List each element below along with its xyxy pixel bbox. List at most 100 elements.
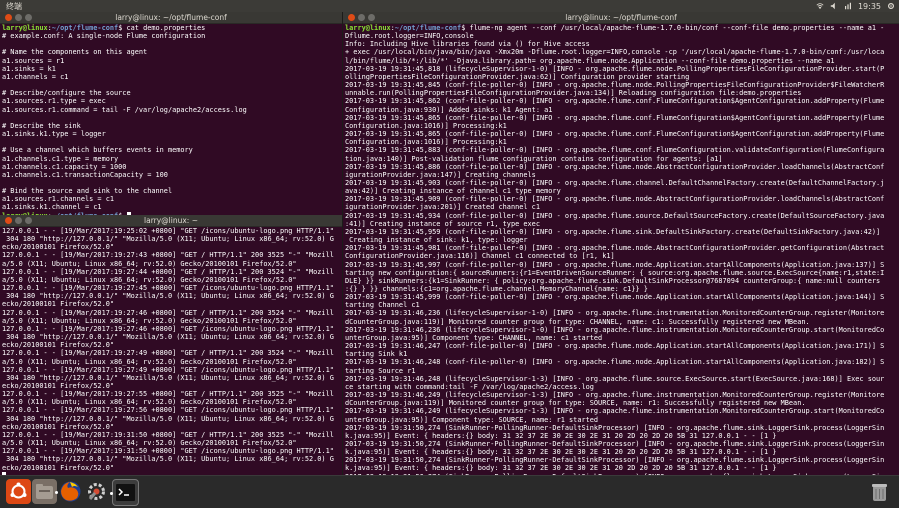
terminal-line: 2017-03-19 19:31:46,236 (lifecycleSuperv… xyxy=(345,326,884,334)
terminal-title: larry@linux: ~/opt/flume-conf xyxy=(565,13,677,22)
terminal-line: ConfigurationProvider.java:116)] Channel… xyxy=(345,252,615,260)
settings-icon[interactable] xyxy=(84,479,109,504)
line-text: 127.0.0.1 - - [19/Mar/2017:19:27:46 +080… xyxy=(2,308,334,317)
line-text: dCounterGroup.java:119)] Monitored count… xyxy=(345,317,810,326)
terminal-line: a1.sinks = k1 xyxy=(2,65,56,73)
terminal-line: 2017-03-19 19:31:46,248 (conf-file-polle… xyxy=(345,358,884,366)
files-icon[interactable] xyxy=(32,479,57,504)
line-text: 304 180 "http://127.0.0.1/" "Mozilla/5.0… xyxy=(2,455,334,464)
line-text: 127.0.0.1 - - [19/Mar/2017:19:27:49 +080… xyxy=(2,349,334,358)
terminal-line: tarting Sink k1 xyxy=(345,350,407,358)
line-text: 127.0.0.1 - - [19/Mar/2017:19:27:56 +080… xyxy=(2,406,334,415)
trash-icon[interactable] xyxy=(867,479,892,504)
line-text: a/5.0 (X11; Ubuntu; Linux x86_64; rv:52.… xyxy=(2,398,297,407)
terminal-line: a/5.0 (X11; Ubuntu; Linux x86_64; rv:52.… xyxy=(2,398,297,406)
line-text: tarting Channel c1 xyxy=(345,301,420,310)
line-text: 2017-03-19 19:31:46,247 (conf-file-polle… xyxy=(345,342,885,351)
line-text: 127.0.0.1 - - [19/Mar/2017:19:25:02 +080… xyxy=(2,227,334,235)
terminal-line: tarting Source r1 xyxy=(345,367,416,375)
firefox-icon[interactable] xyxy=(55,479,83,504)
terminal-output[interactable]: 127.0.0.1 - - [19/Mar/2017:19:25:02 +080… xyxy=(2,227,340,475)
terminal-line: 2017-03-19 19:31:50,274 (SinkRunner-Poll… xyxy=(345,424,884,432)
terminal-line: 2017-03-19 19:31:45,997 (conf-file-polle… xyxy=(345,261,884,269)
terminal-output[interactable]: larry@linux:~/opt/flume-conf$ flume-ng a… xyxy=(345,24,897,475)
line-text: igurationProvider.java:201)] Created cha… xyxy=(345,203,540,212)
terminal-line: ecko/20100101 Firefox/52.0" xyxy=(2,243,114,251)
line-text: a1.sources.r1.type = exec xyxy=(2,97,106,106)
line-text: ecko/20100101 Firefox/52.0" xyxy=(2,300,115,309)
terminal-line: :{} } }} channels:{c1=org.apache.flume.c… xyxy=(345,285,648,293)
line-text: tion.java:140)] Post-validation flume co… xyxy=(345,154,723,163)
terminal-window-access-log[interactable]: larry@linux: ~ 127.0.0.1 - - [19/Mar/201… xyxy=(0,215,342,475)
terminal-line: Configuration.java:1016)] Processing:k1 xyxy=(345,138,507,146)
terminal-icon[interactable] xyxy=(110,479,139,506)
line-text: 2017-03-19 19:31:46,249 (lifecycleSuperv… xyxy=(345,407,885,416)
terminal-line: 304 180 "http://127.0.0.1/" "Mozilla/5.0… xyxy=(2,292,334,300)
terminal-line: k.java:95)] Event: { headers:{} body: 31… xyxy=(345,432,776,440)
terminal-line: a1.channels.c1.transactionCapacity = 100 xyxy=(2,171,168,179)
terminal-line: 2017-03-19 19:31:45,865 (conf-file-polle… xyxy=(345,114,884,122)
line-text: Configuration.java:930)] Added sinks: k1… xyxy=(345,105,553,114)
line-text: k.java:95)] Event: { headers:{} body: 31… xyxy=(345,431,777,440)
ubuntu-logo-icon[interactable] xyxy=(6,479,31,504)
line-text: 2017-03-19 19:31:46,236 (lifecycleSuperv… xyxy=(345,309,885,318)
line-text: :41)] Creating instance of source r1, ty… xyxy=(345,219,540,228)
terminal-line: 2017-03-19 19:31:46,248 (lifecycleSuperv… xyxy=(345,375,884,383)
terminal-line: + exec /usr/local/bin/java/bin/java -Xmx… xyxy=(345,48,884,56)
terminal-line: 2017-03-19 19:31:46,249 (lifecycleSuperv… xyxy=(345,391,884,399)
terminal-line: 304 180 "http://127.0.0.1/" "Mozilla/5.0… xyxy=(2,235,334,243)
terminal-titlebar[interactable]: larry@linux: ~/opt/flume-conf xyxy=(343,12,899,24)
clock[interactable]: 19:35 xyxy=(858,2,881,11)
line-text: 304 180 "http://127.0.0.1/" "Mozilla/5.0… xyxy=(2,292,334,301)
line-text: 127.0.0.1 - - [19/Mar/2017:19:27:44 +080… xyxy=(2,267,334,276)
line-text: 2017-03-19 19:31:45,934 (conf-file-polle… xyxy=(345,211,885,220)
line-text: Configuration.java:1016)] Processing:k1 xyxy=(345,121,507,130)
terminal-line: igurationProvider.java:201)] Created cha… xyxy=(345,203,540,211)
terminal-line: # Describe the sink xyxy=(2,122,81,130)
line-text: 304 180 "http://127.0.0.1/" "Mozilla/5.0… xyxy=(2,414,334,423)
terminal-output[interactable]: larry@linux:~/opt/flume-conf$ cat demo.p… xyxy=(2,24,340,215)
terminal-line: tarting new configuration:{ sourceRunner… xyxy=(345,269,884,277)
terminal-line: a1.sources = r1 xyxy=(2,57,64,65)
terminal-line: 304 180 "http://127.0.0.1/" "Mozilla/5.0… xyxy=(2,415,334,423)
terminal-line: 2017-03-19 19:31:46,247 (conf-file-polle… xyxy=(345,342,884,350)
line-text: Creating instance of sink: k1, type: log… xyxy=(345,236,528,245)
terminal-line: ecko/20100101 Firefox/52.0" xyxy=(2,300,114,308)
terminal-window-config[interactable]: larry@linux: ~/opt/flume-conf larry@linu… xyxy=(0,12,342,215)
line-text: ConfigurationProvider.java:116)] Channel… xyxy=(345,252,615,261)
terminal-line: Configuration.java:930)] Added sinks: k1… xyxy=(345,106,552,114)
line-text: Dflume.root.logger=INFO,console xyxy=(345,32,474,41)
terminal-line: a/5.0 (X11; Ubuntu; Linux x86_64; rv:52.… xyxy=(2,276,297,284)
terminal-window-flume[interactable]: larry@linux: ~/opt/flume-conf larry@linu… xyxy=(343,12,899,475)
terminal-line: 127.0.0.1 - - [19/Mar/2017:19:31:50 +080… xyxy=(2,447,334,455)
wifi-icon[interactable] xyxy=(816,2,824,10)
line-text: a/5.0 (X11; Ubuntu; Linux x86_64; rv:52.… xyxy=(2,259,297,268)
terminal-line: k.java:95)] Event: { headers:{} body: 31… xyxy=(345,464,776,472)
line-text: Info: Including Hive libraries found via… xyxy=(345,40,590,49)
line-text: 2017-03-19 19:31:46,248 (conf-file-polle… xyxy=(345,358,885,367)
line-text: # example.conf: A single-node Flume conf… xyxy=(2,32,206,41)
line-text: a/5.0 (X11; Ubuntu; Linux x86_64; rv:52.… xyxy=(2,316,297,325)
line-text: tarting new configuration:{ sourceRunner… xyxy=(345,268,885,277)
terminal-line: # Name the components on this agent xyxy=(2,48,147,56)
line-text: 2017-03-19 19:31:50,274 (SinkRunner-Poll… xyxy=(345,439,885,448)
terminal-titlebar[interactable]: larry@linux: ~ xyxy=(0,215,342,227)
network-icon[interactable] xyxy=(844,2,852,10)
line-text: k.java:95)] Event: { headers:{} body: 31… xyxy=(345,448,777,457)
line-text: 127.0.0.1 - - [19/Mar/2017:19:27:55 +080… xyxy=(2,390,334,399)
line-text: ce starting with command:tail -F /var/lo… xyxy=(345,382,594,391)
line-text: a1.sinks = k1 xyxy=(2,64,56,73)
terminal-line: 2017-03-19 19:31:45,934 (conf-file-polle… xyxy=(345,212,884,220)
line-text: a1.sources.r1.command = tail -F /var/log… xyxy=(2,105,247,114)
line-text: 2017-03-19 19:31:45,845 (conf-file-polle… xyxy=(345,81,885,90)
line-text: tarting Source r1 xyxy=(345,366,416,375)
terminal-titlebar[interactable]: larry@linux: ~/opt/flume-conf xyxy=(0,12,342,24)
gear-icon[interactable] xyxy=(887,2,895,10)
terminal-line: 2017-03-19 19:31:45,883 (conf-file-polle… xyxy=(345,146,884,154)
terminal-line: ecko/20100101 Firefox/52.0" xyxy=(2,341,114,349)
speaker-icon[interactable] xyxy=(830,2,838,10)
terminal-line: 127.0.0.1 - - [19/Mar/2017:19:27:49 +080… xyxy=(2,349,334,357)
terminal-line: tion.java:140)] Post-validation flume co… xyxy=(345,155,723,163)
terminal-line: a1.sources.r1.command = tail -F /var/log… xyxy=(2,106,247,114)
line-text: 127.0.0.1 - - [19/Mar/2017:19:27:45 +080… xyxy=(2,284,334,293)
